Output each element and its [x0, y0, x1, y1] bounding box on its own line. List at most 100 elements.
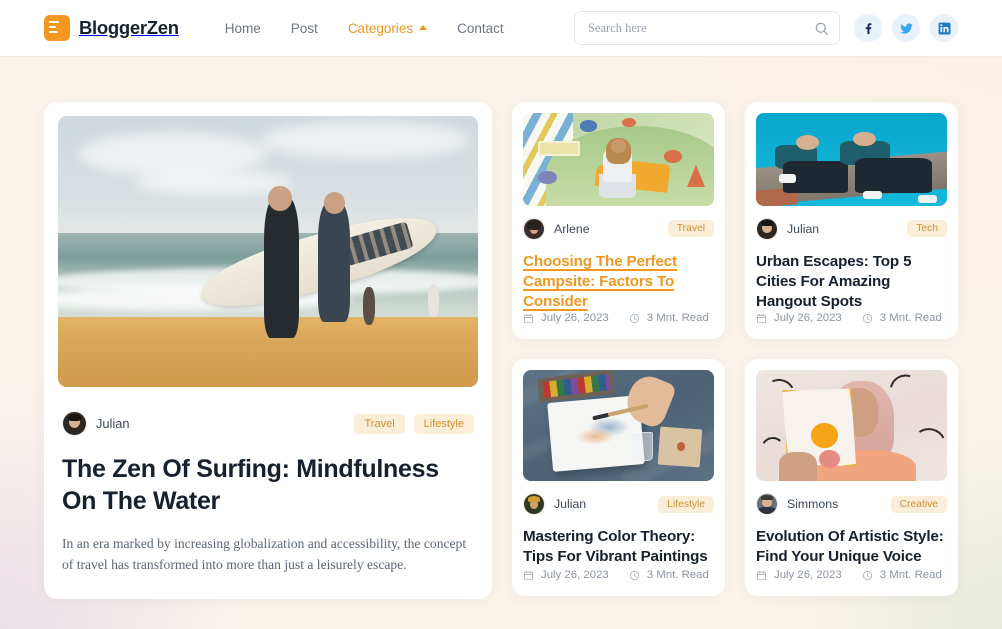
post-image — [756, 113, 947, 206]
featured-post-image — [58, 116, 478, 387]
avatar — [523, 493, 545, 515]
post-author-name: Simmons — [787, 497, 839, 511]
brand-name: BloggerZen — [79, 17, 179, 38]
tag-travel[interactable]: Travel — [667, 220, 714, 238]
post-author-name: Julian — [787, 221, 820, 236]
post-meta-bottom: July 26, 2023 3 Mnt. Read — [523, 312, 714, 324]
post-tags: Creative — [890, 495, 947, 513]
posts-column-2: Julian Tech Urban Escapes: Top 5 Cities … — [745, 102, 958, 599]
post-date: July 26, 2023 — [523, 312, 609, 324]
facebook-icon[interactable] — [854, 14, 882, 42]
nav-label: Home — [224, 20, 261, 36]
nav-label: Post — [290, 20, 318, 36]
post-meta-top: Julian Lifestyle — [523, 493, 714, 515]
avatar — [756, 217, 778, 240]
header-right-group — [574, 11, 958, 45]
post-read-text: 3 Mnt. Read — [879, 312, 942, 324]
post-read-text: 3 Mnt. Read — [646, 569, 709, 581]
post-tags: Lifestyle — [658, 495, 714, 513]
post-card-color-theory[interactable]: Julian Lifestyle Mastering Color Theory:… — [512, 359, 725, 596]
avatar — [62, 411, 87, 436]
tag-creative[interactable]: Creative — [890, 495, 947, 513]
post-meta-bottom: July 26, 2023 3 Mnt. Read — [523, 569, 714, 581]
post-meta-bottom: July 26, 2023 3 Mnt. Read — [756, 312, 947, 324]
nav-item-categories[interactable]: Categories — [347, 20, 428, 36]
search-icon[interactable] — [814, 21, 829, 36]
post-tags: Tech — [907, 220, 947, 238]
post-date-text: July 26, 2023 — [774, 569, 842, 581]
search-input[interactable] — [588, 20, 814, 36]
nav-item-contact[interactable]: Contact — [457, 21, 504, 36]
tag-travel[interactable]: Travel — [354, 413, 405, 434]
post-title[interactable]: Mastering Color Theory: Tips For Vibrant… — [523, 527, 714, 567]
post-title[interactable]: Choosing The Perfect Campsite: Factors T… — [523, 252, 714, 312]
post-date: July 26, 2023 — [756, 312, 842, 324]
document-list-icon — [44, 15, 70, 41]
twitter-icon[interactable] — [892, 14, 920, 42]
post-meta-bottom: July 26, 2023 3 Mnt. Read — [756, 569, 947, 581]
post-card-artistic-style[interactable]: Simmons Creative Evolution Of Artistic S… — [745, 359, 958, 596]
avatar — [756, 493, 778, 515]
calendar-icon — [523, 570, 534, 580]
linkedin-icon[interactable] — [930, 14, 958, 42]
post-read-time: 3 Mnt. Read — [862, 312, 942, 324]
nav-item-home[interactable]: Home — [225, 21, 261, 36]
social-links — [854, 14, 958, 42]
featured-post-body: Julian Travel Lifestyle The Zen Of Surfi… — [58, 387, 478, 599]
clock-icon — [862, 570, 872, 580]
post-image — [523, 113, 714, 206]
featured-post-excerpt: In an era marked by increasing globaliza… — [62, 535, 467, 572]
post-read-text: 3 Mnt. Read — [646, 312, 709, 324]
chevron-up-icon — [419, 25, 428, 30]
post-card-urban-escapes[interactable]: Julian Tech Urban Escapes: Top 5 Cities … — [745, 102, 958, 339]
featured-tags: Travel Lifestyle — [354, 413, 474, 434]
post-date: July 26, 2023 — [756, 569, 842, 581]
calendar-icon — [756, 570, 767, 580]
featured-author[interactable]: Julian — [62, 411, 129, 436]
tag-lifestyle[interactable]: Lifestyle — [413, 413, 474, 434]
clock-icon — [629, 313, 639, 323]
post-meta-top: Simmons Creative — [756, 493, 947, 515]
post-date-text: July 26, 2023 — [774, 312, 842, 324]
post-author[interactable]: Julian — [523, 493, 586, 515]
post-read-time: 3 Mnt. Read — [862, 569, 942, 581]
post-image — [523, 370, 714, 481]
featured-post-card[interactable]: Julian Travel Lifestyle The Zen Of Surfi… — [44, 102, 492, 599]
brand-logo[interactable]: BloggerZen — [44, 15, 179, 41]
main-navigation: Home Post Categories Contact — [225, 21, 504, 36]
post-card-campsite[interactable]: Arlene Travel Choosing The Perfect Camps… — [512, 102, 725, 339]
post-read-time: 3 Mnt. Read — [629, 312, 709, 324]
post-author[interactable]: Arlene — [523, 217, 590, 240]
search-box[interactable] — [574, 11, 840, 45]
post-author[interactable]: Julian — [756, 217, 820, 240]
tag-tech[interactable]: Tech — [907, 220, 947, 238]
posts-column-1: Arlene Travel Choosing The Perfect Camps… — [512, 102, 725, 599]
post-author[interactable]: Simmons — [756, 493, 838, 515]
post-meta-top: Arlene Travel — [523, 217, 714, 240]
avatar — [523, 217, 545, 240]
content-area: Julian Travel Lifestyle The Zen Of Surfi… — [0, 57, 1002, 599]
nav-label: Categories — [347, 20, 414, 36]
post-author-name: Arlene — [554, 221, 590, 236]
post-author-name: Julian — [554, 497, 587, 511]
featured-meta-top: Julian Travel Lifestyle — [62, 411, 474, 436]
tag-lifestyle[interactable]: Lifestyle — [658, 495, 714, 513]
post-title[interactable]: Evolution Of Artistic Style: Find Your U… — [756, 527, 947, 567]
post-date-text: July 26, 2023 — [541, 569, 609, 581]
site-header: BloggerZen Home Post Categories Contact — [0, 0, 1002, 57]
clock-icon — [629, 570, 639, 580]
featured-post-title[interactable]: The Zen Of Surfing: Mindfulness On The W… — [62, 454, 474, 518]
posts-grid: Arlene Travel Choosing The Perfect Camps… — [512, 102, 958, 599]
post-date-text: July 26, 2023 — [541, 312, 609, 324]
nav-item-post[interactable]: Post — [291, 21, 318, 36]
post-tags: Travel — [667, 220, 714, 238]
post-title[interactable]: Urban Escapes: Top 5 Cities For Amazing … — [756, 252, 947, 312]
post-read-text: 3 Mnt. Read — [879, 569, 942, 581]
page-wrapper: BloggerZen Home Post Categories Contact — [0, 0, 1002, 599]
nav-label: Contact — [457, 20, 504, 36]
post-date: July 26, 2023 — [523, 569, 609, 581]
featured-column: Julian Travel Lifestyle The Zen Of Surfi… — [44, 102, 492, 599]
post-read-time: 3 Mnt. Read — [629, 569, 709, 581]
clock-icon — [862, 313, 872, 323]
post-meta-top: Julian Tech — [756, 217, 947, 240]
